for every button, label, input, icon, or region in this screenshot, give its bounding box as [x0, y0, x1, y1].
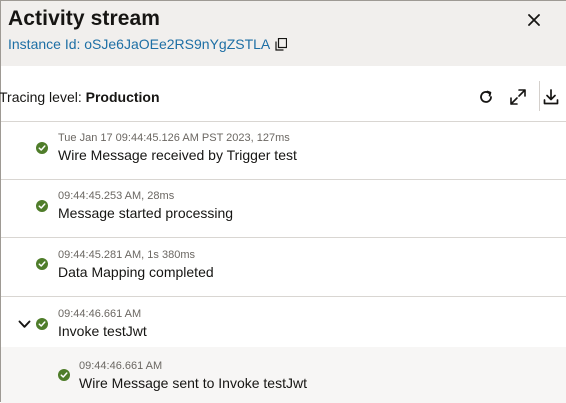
event-timestamp: Tue Jan 17 09:44:45.126 AM PST 2023, 127… — [58, 132, 290, 144]
tracing-level-value: Production — [85, 89, 160, 105]
event-message: Invoke testJwt — [58, 323, 147, 339]
event-timestamp: 09:44:46.661 AM — [79, 360, 163, 372]
event-timestamp: 09:44:46.661 AM — [58, 308, 142, 320]
event-timestamp: 09:44:45.281 AM, 1s 380ms — [58, 249, 195, 261]
panel-header: Activity stream Instance Id: oSJe6JaOEe2… — [1, 1, 566, 66]
copy-icon[interactable] — [275, 37, 288, 51]
event-message: Wire Message received by Trigger test — [58, 147, 297, 163]
event-timestamp: 09:44:45.253 AM, 28ms — [58, 190, 175, 202]
tracing-level-prefix: Tracing level: — [0, 89, 82, 105]
list-item: 09:44:45.281 AM, 1s 380ms Data Mapping c… — [1, 237, 566, 296]
toolbar: Tracing level: Production — [0, 66, 566, 121]
list-item: 09:44:46.661 AM Wire Message sent to Inv… — [1, 347, 566, 403]
check-icon — [36, 258, 48, 270]
check-icon — [58, 369, 70, 381]
expand-icon[interactable] — [507, 86, 529, 108]
panel-title: Activity stream — [8, 7, 161, 30]
list-item: 09:44:45.253 AM, 28ms Message started pr… — [1, 179, 566, 237]
chevron-down-icon[interactable] — [17, 317, 31, 331]
check-icon — [36, 318, 48, 330]
instance-id-label[interactable]: Instance Id: oSJe6JaOEe2RS9nYgZSTLA — [8, 36, 270, 52]
refresh-icon[interactable] — [475, 86, 497, 108]
tracing-level: Tracing level: Production — [0, 89, 160, 105]
check-icon — [36, 142, 48, 154]
list-item: Tue Jan 17 09:44:45.126 AM PST 2023, 127… — [1, 121, 566, 179]
event-message: Wire Message sent to Invoke testJwt — [79, 375, 307, 391]
check-icon — [36, 200, 48, 212]
download-icon[interactable] — [540, 86, 562, 108]
event-message: Message started processing — [58, 205, 234, 221]
list-item[interactable]: 09:44:46.661 AM Invoke testJwt — [1, 296, 566, 347]
event-message: Data Mapping completed — [58, 264, 214, 280]
activity-list: Tue Jan 17 09:44:45.126 AM PST 2023, 127… — [1, 121, 566, 403]
instance-id[interactable]: Instance Id: oSJe6JaOEe2RS9nYgZSTLA — [8, 36, 288, 52]
close-icon[interactable] — [525, 11, 543, 29]
